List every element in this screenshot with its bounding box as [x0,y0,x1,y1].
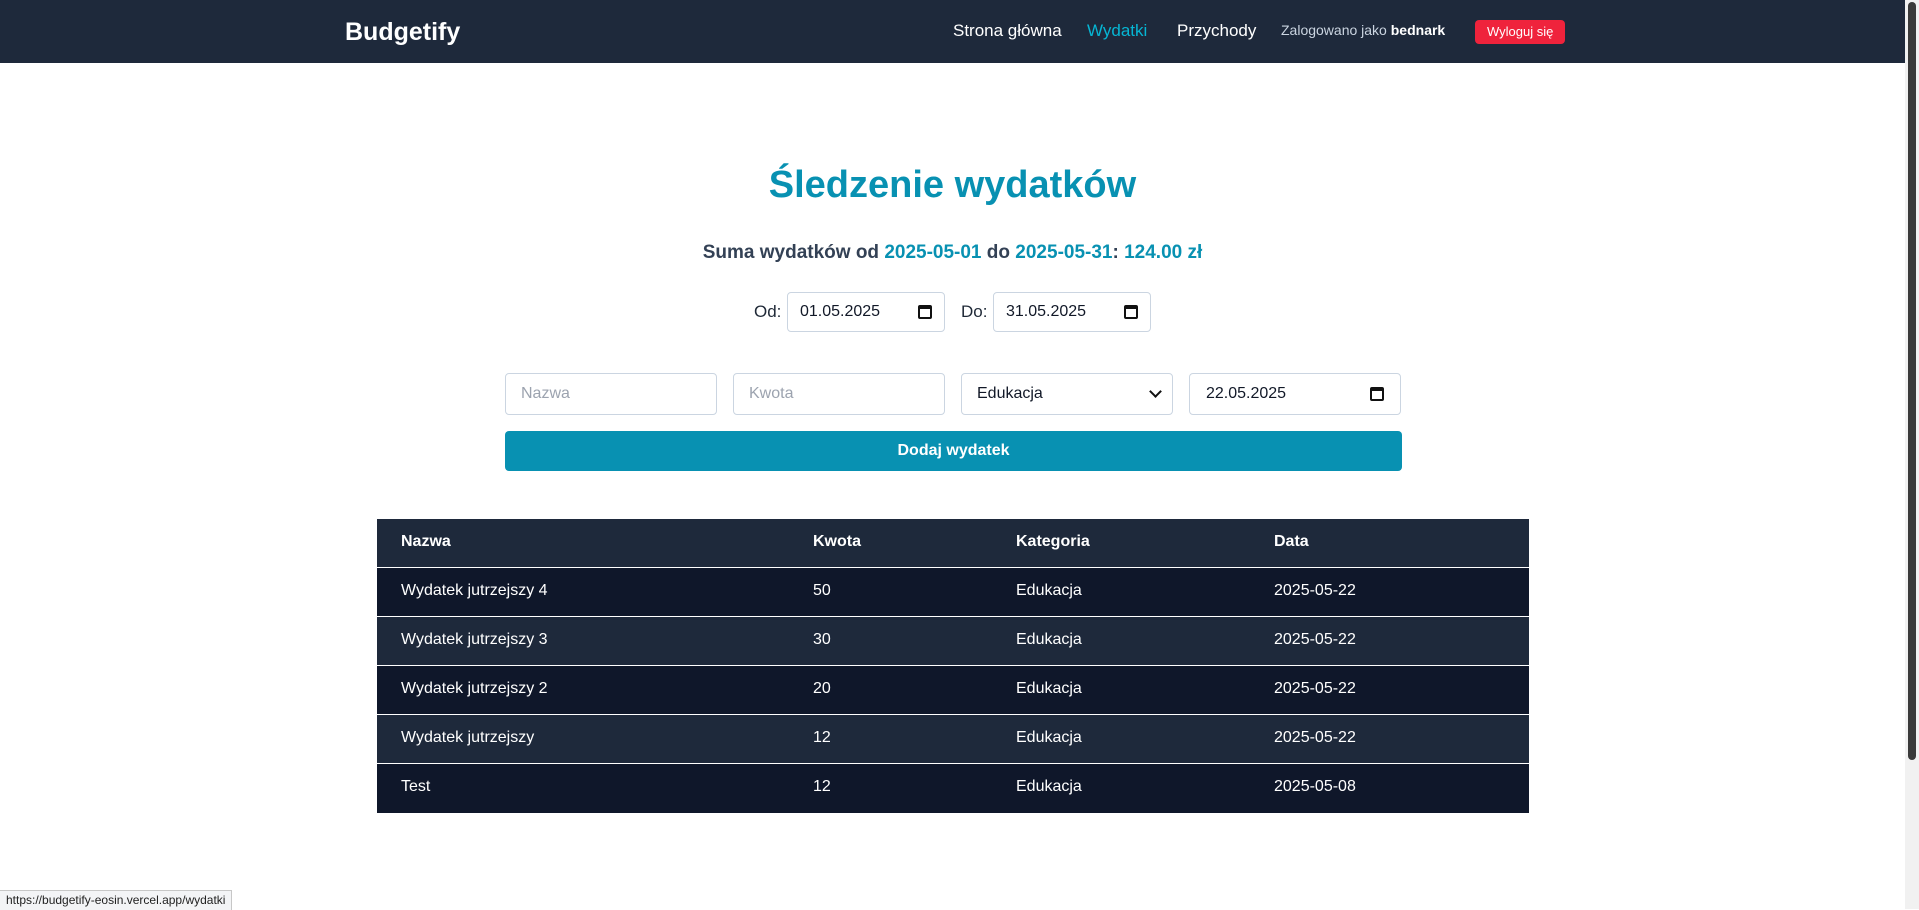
summary-from-date: 2025-05-01 [884,242,982,263]
to-date-label: Do: [961,302,988,321]
login-info: Zalogowano jako bednark [1281,22,1445,38]
from-date-label: Od: [754,302,782,321]
logout-button[interactable]: Wyloguj się [1475,20,1566,44]
table-row[interactable]: Test 12 Edukacja 2025-05-08 [377,764,1529,813]
summary-prefix: Suma wydatków od [702,242,885,263]
category-selected-value: Edukacja [977,385,1043,402]
from-date-input[interactable]: 01.05.2025 [787,292,945,332]
to-date-input[interactable]: 31.05.2025 [993,292,1151,332]
table-header-row: Nazwa Kwota Kategoria Data [377,519,1529,568]
header-category[interactable]: Kategoria [1016,533,1090,551]
cell-name: Test [401,778,431,795]
cell-category: Edukacja [1016,729,1082,746]
cell-category: Edukacja [1016,778,1082,795]
expense-name-input[interactable] [505,373,717,415]
header-date[interactable]: Data [1274,533,1309,551]
status-bar-url: https://budgetify-eosin.vercel.app/wydat… [0,890,233,910]
cell-date: 2025-05-22 [1274,680,1356,697]
cell-date: 2025-05-08 [1274,778,1356,795]
expense-date-input[interactable]: 22.05.2025 [1189,373,1401,415]
cell-name: Wydatek jutrzejszy 3 [401,631,548,648]
table-row[interactable]: Wydatek jutrzejszy 2 20 Edukacja 2025-05… [377,666,1529,715]
calendar-icon[interactable] [1370,387,1384,401]
cell-amount: 20 [813,680,831,697]
calendar-icon[interactable] [918,305,932,319]
cell-date: 2025-05-22 [1274,729,1356,746]
summary-colon: : [1112,242,1125,263]
header-name[interactable]: Nazwa [401,533,451,551]
cell-name: Wydatek jutrzejszy 2 [401,680,548,697]
username: bednark [1390,22,1446,38]
header-amount[interactable]: Kwota [813,533,861,551]
cell-amount: 50 [813,582,831,599]
cell-category: Edukacja [1016,680,1082,697]
calendar-icon[interactable] [1124,305,1138,319]
expense-summary: Suma wydatków od 2025-05-01 do 2025-05-3… [0,242,1905,264]
scrollbar-thumb[interactable] [1908,2,1916,760]
expenses-table: Nazwa Kwota Kategoria Data Wydatek jutrz… [377,519,1529,813]
navbar: Budgetify Strona główna Wydatki Przychod… [0,0,1905,63]
from-date-value: 01.05.2025 [800,303,881,320]
summary-total: 124.00 zł [1124,242,1203,263]
summary-mid: do [981,242,1016,263]
table-row[interactable]: Wydatek jutrzejszy 12 Edukacja 2025-05-2… [377,715,1529,764]
cell-category: Edukacja [1016,631,1082,648]
page-title: Śledzenie wydatków [768,164,1137,206]
nav-link-home[interactable]: Strona główna [953,21,1062,41]
category-select[interactable]: Edukacja [961,373,1173,415]
expense-amount-input[interactable] [733,373,945,415]
chevron-down-icon [1149,385,1162,398]
login-prefix: Zalogowano jako [1281,22,1391,38]
brand-logo[interactable]: Budgetify [345,18,460,47]
cell-date: 2025-05-22 [1274,582,1356,599]
cell-category: Edukacja [1016,582,1082,599]
table-row[interactable]: Wydatek jutrzejszy 3 30 Edukacja 2025-05… [377,617,1529,666]
summary-to-date: 2025-05-31 [1015,242,1113,263]
cell-amount: 30 [813,631,831,648]
cell-name: Wydatek jutrzejszy 4 [401,582,548,599]
expense-date-value: 22.05.2025 [1206,385,1287,402]
nav-link-expenses[interactable]: Wydatki [1087,21,1147,41]
cell-date: 2025-05-22 [1274,631,1356,648]
add-expense-button[interactable]: Dodaj wydatek [505,431,1402,471]
cell-amount: 12 [813,778,831,795]
to-date-value: 31.05.2025 [1006,303,1087,320]
nav-link-income[interactable]: Przychody [1177,21,1256,41]
table-row[interactable]: Wydatek jutrzejszy 4 50 Edukacja 2025-05… [377,568,1529,617]
cell-name: Wydatek jutrzejszy [401,729,535,746]
cell-amount: 12 [813,729,831,746]
